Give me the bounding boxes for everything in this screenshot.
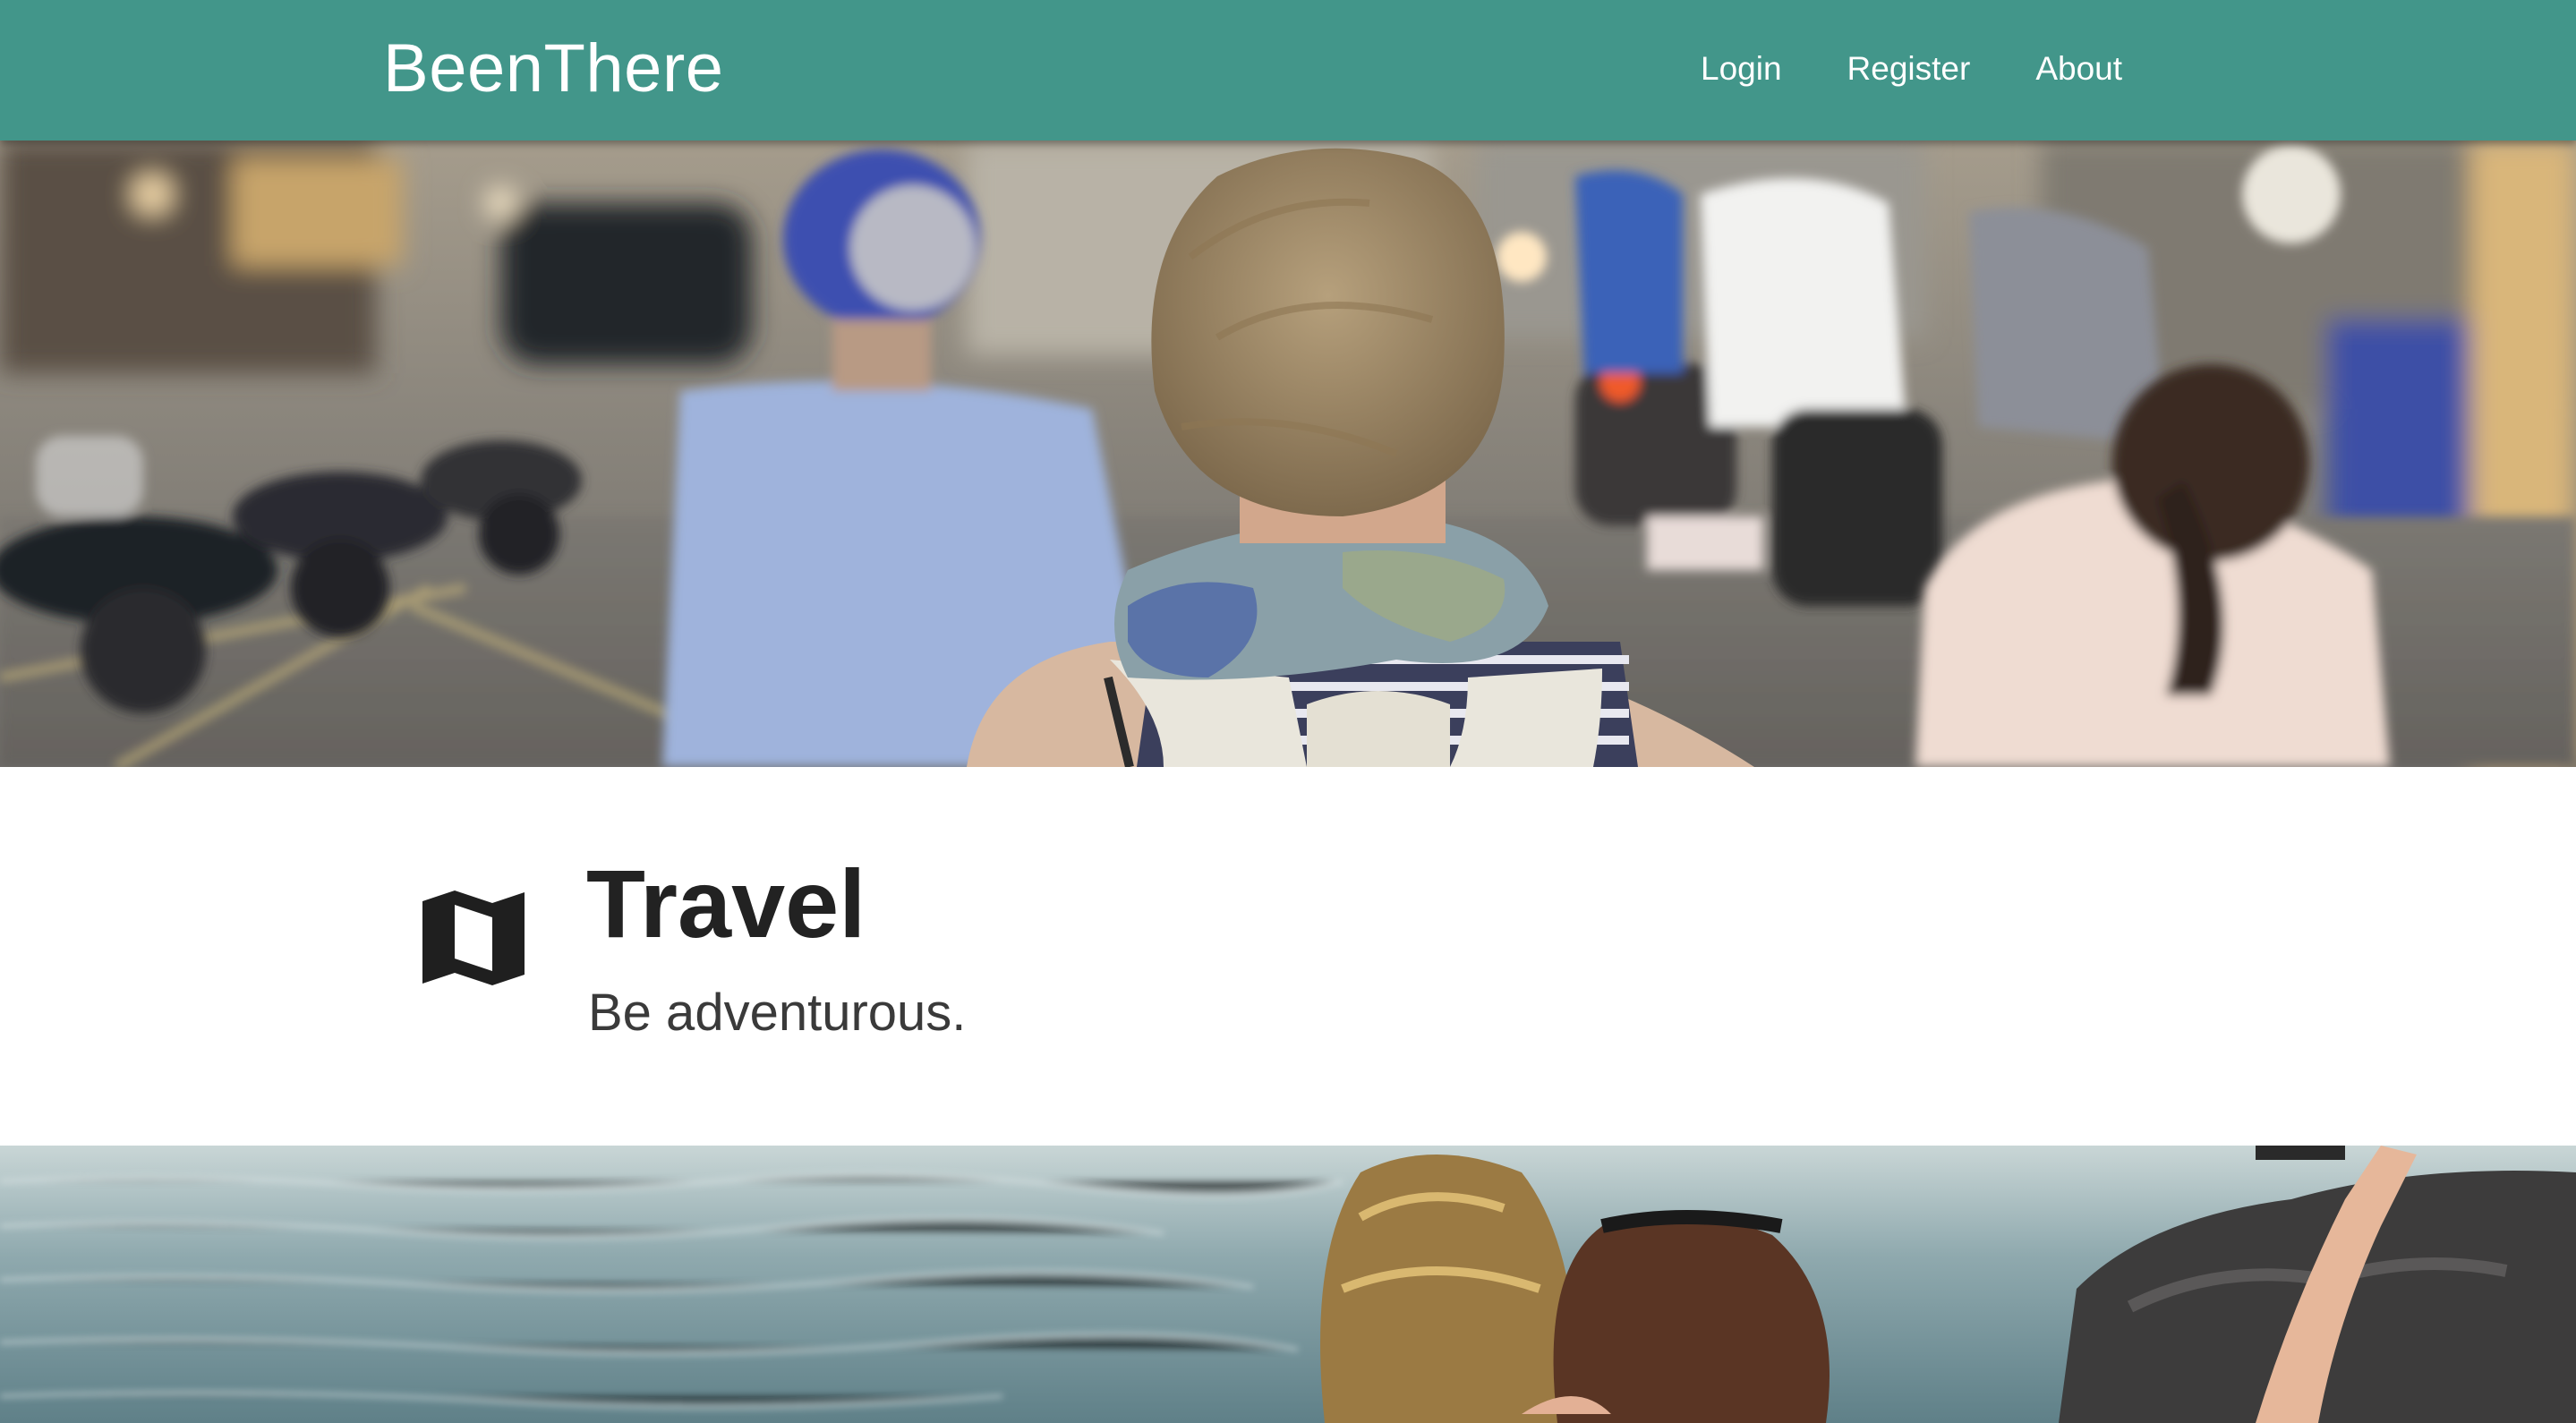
- nav-links: Login Register About: [1701, 47, 2122, 91]
- map-icon: [422, 890, 525, 985]
- top-navbar: BeenThere Login Register About: [0, 0, 2576, 141]
- nav-register-link[interactable]: Register: [1847, 47, 1971, 91]
- hero-street-photo: [0, 141, 2576, 767]
- nav-login-link[interactable]: Login: [1701, 47, 1782, 91]
- hero-sea-photo: [0, 1146, 2576, 1423]
- sea-photo-image: [0, 1146, 2576, 1423]
- feature-title: Travel: [586, 849, 866, 958]
- travel-feature: Travel Be adventurous.: [0, 767, 2576, 1146]
- street-photo-image: [0, 141, 2576, 767]
- brand-logo[interactable]: BeenThere: [383, 29, 724, 109]
- feature-subtitle: Be adventurous.: [588, 984, 967, 1042]
- nav-about-link[interactable]: About: [2035, 47, 2122, 91]
